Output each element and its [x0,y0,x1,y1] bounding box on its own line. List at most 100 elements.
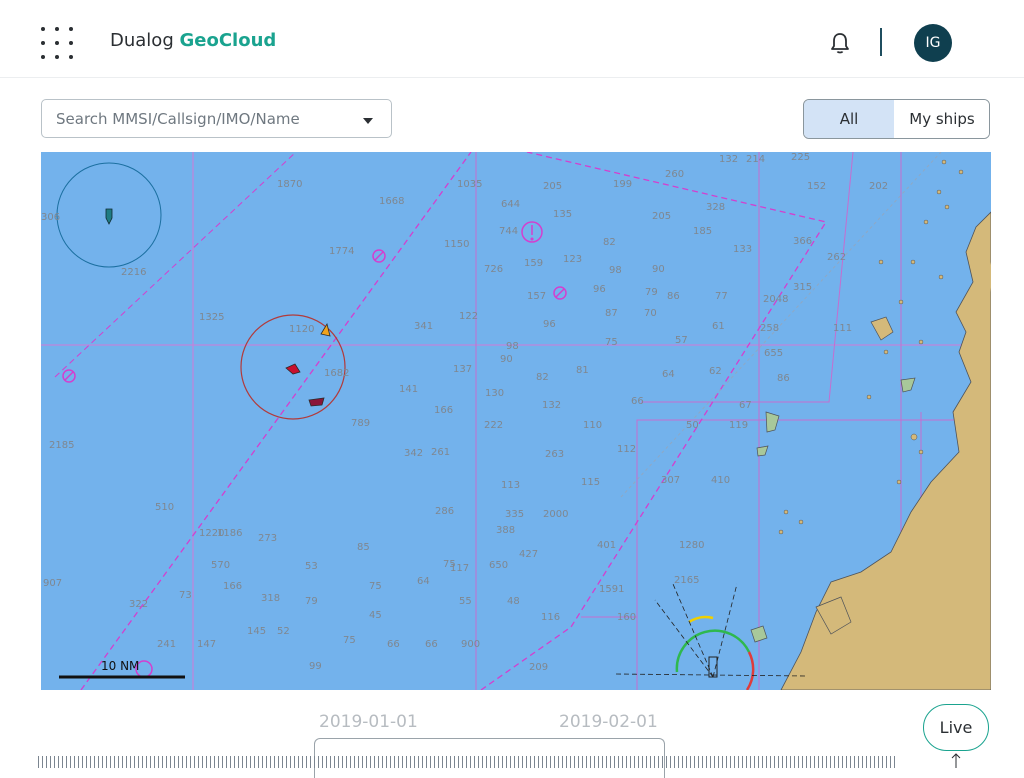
depth-sounding: 225 [791,152,810,163]
depth-sounding: 341 [414,321,433,332]
depth-sounding: 1870 [277,179,302,190]
depth-sounding: 66 [387,639,400,650]
depth-sounding: 113 [501,480,520,491]
depth-sounding: 1120 [289,324,314,335]
depth-sounding: 67 [739,400,752,411]
depth-sounding: 45 [369,610,382,621]
depth-sounding: 205 [652,211,671,222]
depth-sounding: 1186 [217,528,242,539]
ship-marker[interactable] [320,322,331,337]
depth-sounding: 335 [505,509,524,520]
filter-all-button[interactable]: All [804,100,894,138]
depth-sounding: 137 [453,364,472,375]
depth-sounding: 322 [129,599,148,610]
depth-sounding: 62 [709,366,722,377]
depth-sounding: 90 [500,354,513,365]
land-mass [780,211,991,690]
ship-marker[interactable] [308,397,325,407]
app-header: Dualog GeoCloud IG [0,0,1024,78]
depth-sounding: 57 [675,335,688,346]
user-avatar[interactable]: IG [914,24,952,62]
depth-sounding: 110 [583,420,602,431]
arrow-up-icon [951,753,961,768]
depth-sounding: 286 [435,506,454,517]
depth-sounding: 2000 [543,509,568,520]
depth-sounding: 510 [155,502,174,513]
depth-sounding: 157 [527,291,546,302]
island [870,316,894,341]
depth-sounding: 98 [506,341,519,352]
timeline-scrubber[interactable] [38,756,896,768]
depth-sounding: 655 [764,348,783,359]
timeline-date: 2019-01-01 [319,712,418,732]
depth-sounding: 318 [261,593,280,604]
depth-sounding: 64 [662,369,675,380]
depth-sounding: 166 [223,581,242,592]
depth-sounding: 53 [305,561,318,572]
depth-sounding: 307 [661,475,680,486]
brand-title[interactable]: Dualog GeoCloud [110,30,276,51]
live-button[interactable]: Live [923,704,989,751]
depth-sounding: 73 [179,590,192,601]
depth-sounding: 900 [461,639,480,650]
depth-sounding: 152 [807,181,826,192]
depth-sounding: 263 [545,449,564,460]
depth-sounding: 70 [644,308,657,319]
island [765,411,780,433]
depth-sounding: 52 [277,626,290,637]
depth-sounding: 907 [43,578,62,589]
depth-sounding: 87 [605,308,618,319]
brand-name: GeoCloud [179,30,277,51]
depth-sounding: 306 [41,212,60,223]
lighthouse-symbol [615,583,807,690]
depth-sounding: 122 [459,311,478,322]
depth-sounding: 744 [499,226,518,237]
depth-sounding: 1035 [457,179,482,190]
bell-icon[interactable] [829,31,851,55]
depth-sounding: 2185 [49,440,74,451]
apps-grid-icon[interactable] [41,27,73,59]
ship-marker[interactable] [105,208,113,225]
depth-sounding: 96 [543,319,556,330]
depth-sounding: 202 [869,181,888,192]
ship-marker[interactable] [285,363,301,375]
depth-sounding: 258 [760,323,779,334]
depth-sounding: 205 [543,181,562,192]
depth-sounding: 115 [581,477,600,488]
depth-sounding: 1150 [444,239,469,250]
depth-sounding: 222 [484,420,503,431]
brand-prefix: Dualog [110,30,174,51]
depth-sounding: 185 [693,226,712,237]
depth-sounding: 644 [501,199,520,210]
route-line [620,152,942,498]
depth-sounding: 79 [645,287,658,298]
depth-sounding: 214 [746,154,765,165]
depth-sounding: 117 [450,563,469,574]
depth-sounding: 342 [404,448,423,459]
depth-sounding: 241 [157,639,176,650]
depth-sounding: 315 [793,282,812,293]
depth-sounding: 1591 [599,584,624,595]
depth-sounding: 145 [247,626,266,637]
search-input[interactable] [56,108,346,130]
depth-sounding: 1280 [679,540,704,551]
vessel-search[interactable] [41,99,392,138]
depth-sounding: 2048 [763,294,788,305]
depth-sounding: 75 [369,581,382,592]
island [750,625,768,643]
depth-sounding: 61 [712,321,725,332]
nautical-chart-map[interactable]: 10 NM 306 1870 1668 1035 644 205 199 260 132 214 2… [41,152,991,690]
depth-sounding: 85 [357,542,370,553]
depth-sounding: 159 [524,258,543,269]
depth-sounding: 209 [529,662,548,673]
chevron-down-icon[interactable] [363,118,373,124]
depth-sounding: 147 [197,639,216,650]
depth-sounding: 98 [609,265,622,276]
depth-sounding: 75 [343,635,356,646]
depth-sounding: 141 [399,384,418,395]
depth-sounding: 199 [613,179,632,190]
filter-my-ships-button[interactable]: My ships [894,100,989,138]
depth-sounding: 135 [553,209,572,220]
depth-sounding: 1325 [199,312,224,323]
depth-sounding: 86 [667,291,680,302]
